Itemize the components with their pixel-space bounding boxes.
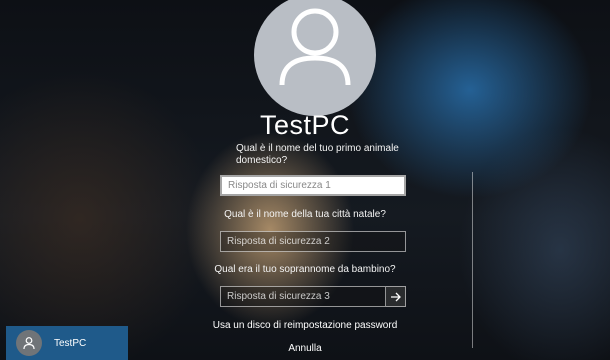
security-answer-1-input[interactable] bbox=[220, 175, 406, 196]
security-answer-2-input[interactable] bbox=[220, 231, 406, 252]
submit-button[interactable] bbox=[386, 286, 406, 307]
computer-name: TestPC bbox=[259, 110, 351, 140]
small-avatar bbox=[16, 330, 42, 356]
security-question-1: Qual è il nome del tuo primo animale dom… bbox=[236, 143, 399, 166]
user-avatar bbox=[254, 0, 376, 116]
user-tile-name: TestPC bbox=[54, 337, 87, 349]
security-question-3: Qual era il tuo soprannome da bambino? bbox=[214, 264, 396, 275]
security-answer-3-input[interactable] bbox=[220, 286, 386, 307]
scrollbar[interactable] bbox=[472, 172, 473, 348]
user-tile[interactable]: TestPC bbox=[6, 326, 128, 360]
user-icon bbox=[279, 8, 351, 86]
arrow-right-icon bbox=[390, 292, 401, 301]
security-question-2: Qual è il nome della tua città natale? bbox=[224, 209, 386, 220]
user-icon bbox=[23, 337, 35, 350]
